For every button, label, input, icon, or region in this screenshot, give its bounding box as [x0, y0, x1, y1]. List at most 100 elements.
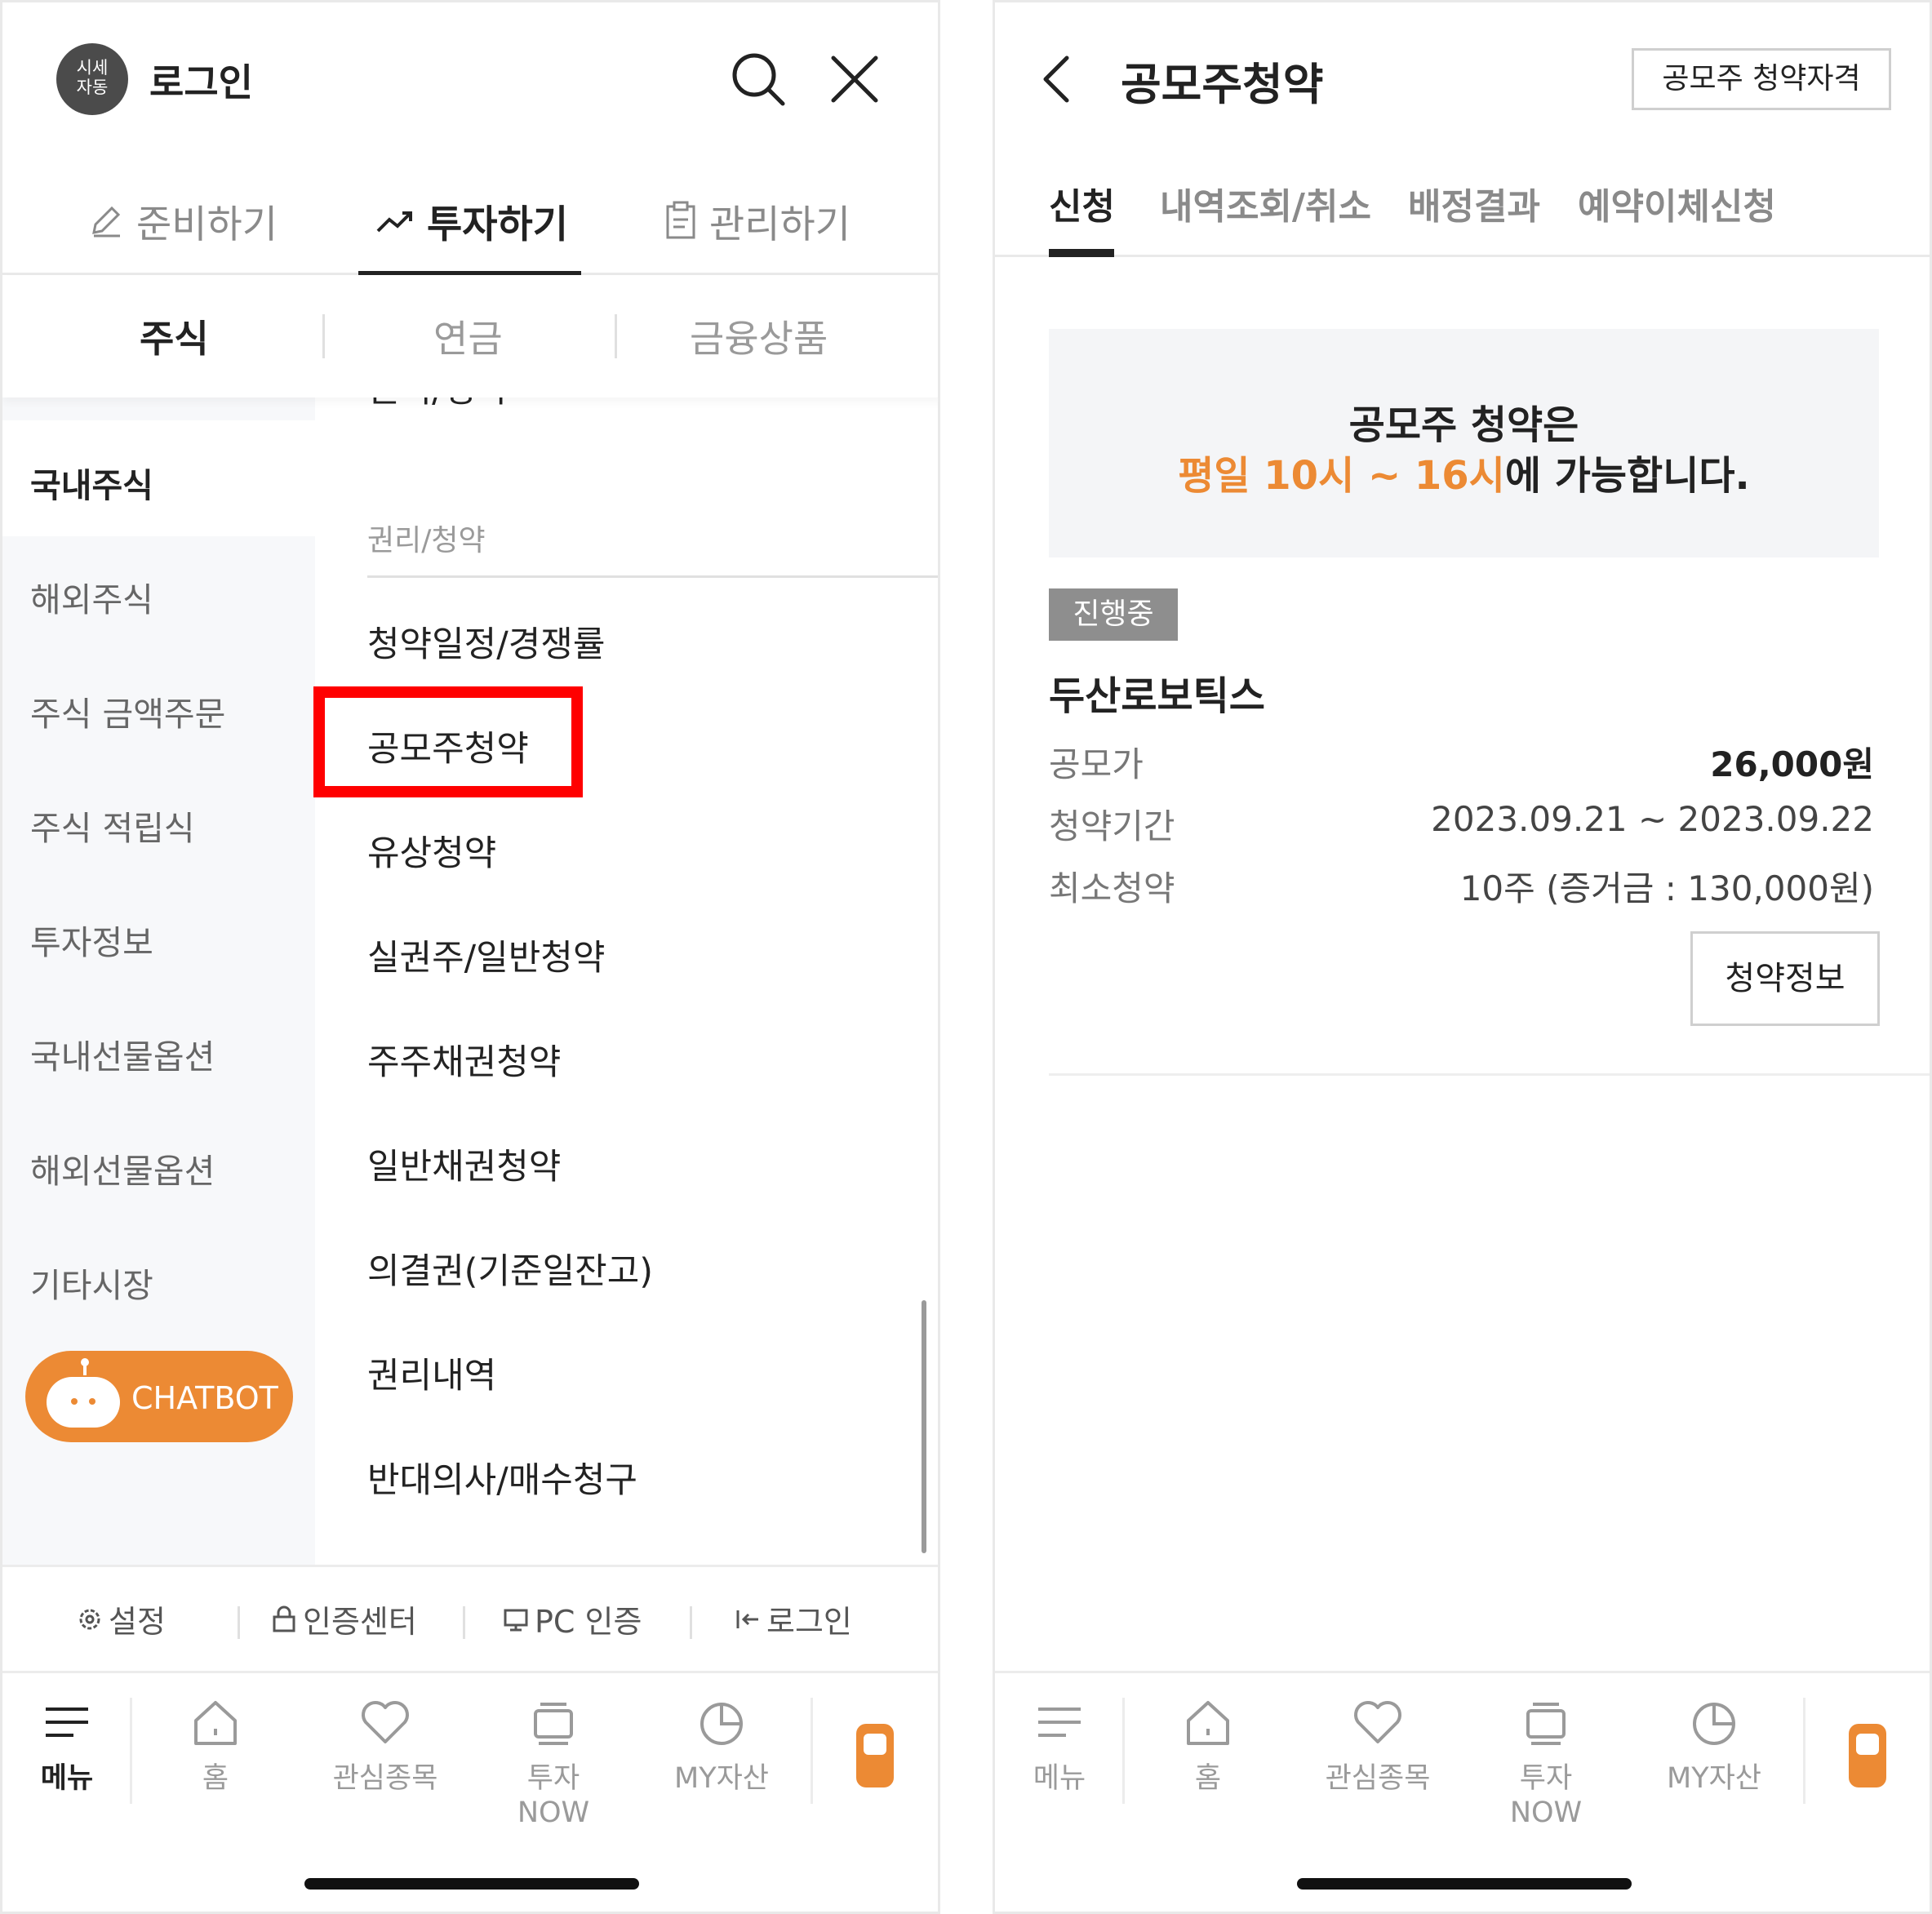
- heart-icon: [362, 1701, 409, 1743]
- home-indicator: [304, 1878, 639, 1890]
- chatbot-label: CHATBOT: [131, 1380, 278, 1416]
- notice-hours: 평일 10시 ~ 16시: [1178, 453, 1505, 499]
- menu-item-voting-rights[interactable]: 의결권(기준일잔고): [367, 1243, 653, 1294]
- minimum-subscription-label: 최소청약: [1049, 868, 1175, 908]
- sidebar-item-amount-order[interactable]: 주식 금액주문: [30, 686, 225, 735]
- menu-item-appraisal-request[interactable]: 반대의사/매수청구: [367, 1452, 637, 1503]
- highlight-box: [313, 686, 583, 797]
- notice-box: 공모주 청약은 평일 10시 ~ 16시에 가능합니다.: [1049, 329, 1879, 557]
- phone-app-icon[interactable]: [856, 1724, 894, 1787]
- utility-bar: 설정 인증센터 PC 인증 로그인: [2, 1565, 938, 1671]
- nav-home[interactable]: 홈: [154, 1696, 277, 1796]
- menu-item-rights-history[interactable]: 권리내역: [367, 1348, 496, 1398]
- auth-center-link[interactable]: 인증센터: [270, 1596, 417, 1641]
- menu-item-schedule[interactable]: 청약일정/경쟁률: [367, 616, 605, 667]
- menu-item-general-bond[interactable]: 일반채권청약: [367, 1139, 561, 1189]
- avatar-line-2: 자동: [76, 78, 109, 97]
- nav-menu[interactable]: 메뉴: [6, 1696, 128, 1796]
- lock-icon: [273, 1605, 295, 1632]
- menu-item-shareholder-bond[interactable]: 주주채권청약: [367, 1034, 561, 1085]
- phone-app-icon[interactable]: [1849, 1724, 1886, 1787]
- nav-menu[interactable]: 메뉴: [998, 1696, 1121, 1796]
- pc-auth-link[interactable]: PC 인증: [502, 1596, 642, 1641]
- divider: [238, 1606, 240, 1639]
- nav-my-assets-label: MY자산: [1667, 1762, 1761, 1795]
- nav-watchlist-label: 관심종목: [1325, 1762, 1431, 1795]
- avatar-line-1: 시세: [76, 58, 109, 78]
- login-label: 로그인: [766, 1604, 852, 1640]
- menu-icon: [1038, 1708, 1081, 1737]
- sidebar-item-other-markets[interactable]: 기타시장: [30, 1258, 153, 1307]
- sidebar-item-overseas-stock[interactable]: 해외주식: [30, 572, 153, 621]
- page-title: 공모주청약: [1121, 59, 1324, 110]
- subscription-period-label: 청약기간: [1049, 806, 1175, 846]
- sub-tabs: 주식 연금 금융상품: [2, 275, 938, 397]
- nav-my-assets[interactable]: MY자산: [1653, 1696, 1775, 1796]
- chatbot-button[interactable]: CHATBOT: [25, 1351, 293, 1442]
- nav-watchlist[interactable]: 관심종목: [1317, 1696, 1439, 1796]
- offer-price-value: 26,000원: [1710, 744, 1874, 784]
- notice-line-1: 공모주 청약은: [1348, 402, 1579, 448]
- menu-item-rights-offering[interactable]: 유상청약: [367, 825, 496, 876]
- monitor-icon: [504, 1609, 528, 1631]
- home-indicator: [1297, 1878, 1632, 1890]
- scrollbar[interactable]: [922, 1300, 926, 1553]
- divider: [1803, 1698, 1805, 1804]
- login-title[interactable]: 로그인: [149, 53, 253, 107]
- subscription-info-button[interactable]: 청약정보: [1690, 931, 1880, 1026]
- avatar[interactable]: 시세 자동: [56, 43, 128, 115]
- search-icon[interactable]: [729, 50, 788, 109]
- tab-allocation[interactable]: 배정결과: [1408, 177, 1540, 229]
- back-arrow-icon[interactable]: [1034, 50, 1080, 109]
- nav-my-assets[interactable]: MY자산: [660, 1696, 783, 1796]
- pc-auth-label: PC 인증: [535, 1604, 642, 1640]
- tabs: 신청 내역조회/취소 배정결과 예약이체신청: [995, 162, 1930, 257]
- nav-menu-label: 메뉴: [1033, 1762, 1086, 1795]
- tab-scheduled-transfer[interactable]: 예약이체신청: [1578, 177, 1776, 229]
- top-tabs: 준비하기 투자하기 관리하기: [2, 166, 938, 278]
- nav-home[interactable]: 홈: [1147, 1696, 1269, 1796]
- robot-icon: [47, 1377, 120, 1428]
- offer-price-label: 공모가: [1049, 744, 1144, 784]
- tab-manage-label: 관리하기: [709, 202, 851, 247]
- sidebar-item-domestic-futures[interactable]: 국내선물옵션: [30, 1029, 215, 1078]
- tab-invest[interactable]: 투자하기: [358, 166, 581, 278]
- bottom-nav: 메뉴 홈 관심종목 투자NOW MY자산: [995, 1671, 1930, 1829]
- sidebar-item-installment[interactable]: 주식 적립식: [30, 801, 195, 850]
- nav-menu-label: 메뉴: [40, 1762, 94, 1795]
- ipo-subscription-screen: 공모주청약 공모주 청약자격 신청 내역조회/취소 배정결과 예약이체신청 공모…: [993, 0, 1932, 1914]
- home-icon: [194, 1701, 237, 1745]
- subtab-financial-products[interactable]: 금융상품: [690, 309, 828, 363]
- clipboard-icon: [666, 201, 695, 239]
- nav-invest-now-label: 투자NOW: [517, 1762, 590, 1829]
- tab-manage[interactable]: 관리하기: [664, 166, 851, 275]
- notice-line-2: 평일 10시 ~ 16시에 가능합니다.: [1049, 443, 1879, 500]
- sidebar-item-invest-info[interactable]: 투자정보: [30, 915, 153, 964]
- settings-link[interactable]: 설정: [76, 1596, 166, 1641]
- nav-invest-now[interactable]: 투자NOW: [492, 1696, 615, 1829]
- tab-history-cancel[interactable]: 내역조회/취소: [1160, 177, 1371, 229]
- sidebar-item-overseas-futures[interactable]: 해외선물옵션: [30, 1144, 215, 1192]
- sidebar-item-domestic-stock[interactable]: 국내주식: [30, 458, 153, 507]
- bottom-nav: 메뉴 홈 관심종목 투자NOW MY자산: [2, 1671, 938, 1829]
- nav-home-label: 홈: [202, 1762, 229, 1795]
- nav-my-assets-label: MY자산: [674, 1762, 769, 1795]
- tab-apply[interactable]: 신청: [1049, 177, 1115, 229]
- qualification-button[interactable]: 공모주 청약자격: [1632, 48, 1891, 110]
- gear-icon: [79, 1609, 100, 1629]
- close-icon[interactable]: [825, 50, 884, 109]
- divider: [690, 1606, 692, 1639]
- divider: [811, 1698, 813, 1804]
- subtab-stock[interactable]: 주식: [140, 309, 209, 363]
- login-link[interactable]: 로그인: [734, 1596, 852, 1641]
- auth-center-label: 인증센터: [303, 1604, 417, 1640]
- nav-watchlist[interactable]: 관심종목: [324, 1696, 446, 1796]
- subtab-pension[interactable]: 연금: [433, 309, 503, 363]
- nav-invest-now[interactable]: 투자NOW: [1485, 1696, 1607, 1829]
- menu-item-forfeited-shares[interactable]: 실권주/일반청약: [367, 930, 605, 980]
- pie-chart-icon: [1693, 1703, 1735, 1745]
- notice-line-2-rest: 에 가능합니다.: [1504, 453, 1750, 499]
- tab-prepare[interactable]: 준비하기: [87, 166, 278, 275]
- tab-prepare-label: 준비하기: [136, 202, 278, 247]
- cards-icon: [534, 1703, 573, 1745]
